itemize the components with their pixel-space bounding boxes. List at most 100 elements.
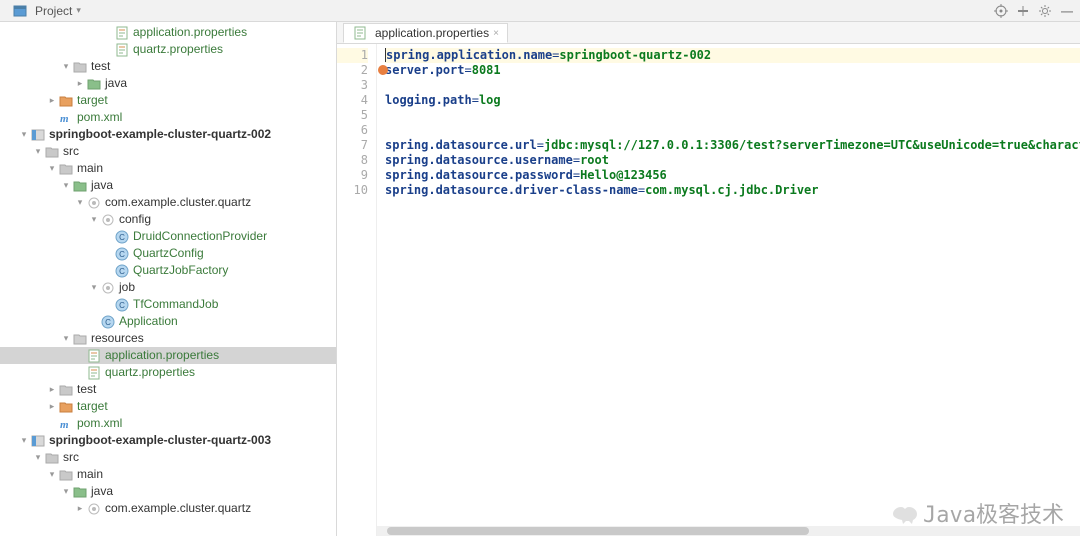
chevron-right-icon[interactable]: ▸ <box>46 92 58 109</box>
chevron-down-icon[interactable]: ▾ <box>46 466 58 483</box>
chevron-down-icon[interactable]: ▾ <box>60 483 72 500</box>
tree-item-application-properties[interactable]: application.properties <box>0 24 336 41</box>
chevron-right-icon[interactable]: ▸ <box>46 381 58 398</box>
code-area[interactable]: spring.application.name=springboot-quart… <box>377 44 1080 536</box>
tree-item-pom-xml[interactable]: m pom.xml <box>0 415 336 432</box>
tree-item-src[interactable]: ▾src <box>0 449 336 466</box>
chevron-down-icon[interactable]: ▾ <box>18 126 30 143</box>
tree-item-springboot-example-cluster-quartz-002[interactable]: ▾springboot-example-cluster-quartz-002 <box>0 126 336 143</box>
tree-item-java[interactable]: ▸ java <box>0 75 336 92</box>
folder-icon <box>44 145 60 159</box>
chevron-right-icon[interactable]: ▸ <box>74 500 86 517</box>
tree-label: java <box>91 483 113 500</box>
tree-label: pom.xml <box>77 109 122 126</box>
chevron-down-icon[interactable]: ▾ <box>46 160 58 177</box>
chevron-down-icon[interactable]: ▾ <box>60 177 72 194</box>
tree-label: application.properties <box>133 24 247 41</box>
file-tab-application-properties[interactable]: application.properties × <box>343 23 508 43</box>
tree-item-pom-xml[interactable]: m pom.xml <box>0 109 336 126</box>
tree-label: main <box>77 466 103 483</box>
svg-text:m: m <box>60 419 69 431</box>
tree-item-springboot-example-cluster-quartz-003[interactable]: ▾ springboot-example-cluster-quartz-003 <box>0 432 336 449</box>
tree-item-java[interactable]: ▾ java <box>0 483 336 500</box>
tree-item-tfcommandjob[interactable]: CTfCommandJob <box>0 296 336 313</box>
collapse-all-icon[interactable] <box>1016 4 1030 18</box>
chevron-down-icon[interactable]: ▾ <box>88 279 100 296</box>
folder-src-icon <box>72 179 88 193</box>
chevron-right-icon[interactable]: ▸ <box>74 75 86 92</box>
dropdown-icon: ▾ <box>76 5 81 16</box>
tree-item-application[interactable]: CApplication <box>0 313 336 330</box>
folder-icon <box>72 60 88 74</box>
svg-text:m: m <box>60 113 69 125</box>
close-icon[interactable]: × <box>493 28 499 39</box>
project-tree[interactable]: application.propertiesquartz.properties▾… <box>0 22 337 536</box>
gear-icon[interactable] <box>1038 4 1052 18</box>
tree-label: java <box>91 177 113 194</box>
tree-label: quartz.properties <box>133 41 223 58</box>
tree-item-target[interactable]: ▸target <box>0 92 336 109</box>
props-icon <box>352 26 368 40</box>
tree-label: pom.xml <box>77 415 122 432</box>
tree-item-com-example-cluster-quartz[interactable]: ▾com.example.cluster.quartz <box>0 194 336 211</box>
tree-item-test[interactable]: ▾ test <box>0 58 336 75</box>
class-icon: C <box>114 247 130 261</box>
tree-item-src[interactable]: ▾src <box>0 143 336 160</box>
props-icon <box>86 366 102 380</box>
chevron-down-icon[interactable]: ▾ <box>60 330 72 347</box>
tree-label: target <box>77 398 108 415</box>
tree-item-target[interactable]: ▸ target <box>0 398 336 415</box>
tree-label: springboot-example-cluster-quartz-003 <box>49 432 271 449</box>
chevron-down-icon[interactable]: ▾ <box>74 194 86 211</box>
project-toolbar: Project ▾ — <box>0 0 1080 22</box>
minimize-icon[interactable]: — <box>1060 4 1074 18</box>
maven-icon: m <box>58 111 74 125</box>
tree-label: java <box>105 75 127 92</box>
tree-item-config[interactable]: ▾config <box>0 211 336 228</box>
chevron-down-icon[interactable]: ▾ <box>18 432 30 449</box>
tree-item-main[interactable]: ▾ main <box>0 466 336 483</box>
tree-label: test <box>91 58 110 75</box>
maven-icon: m <box>58 417 74 431</box>
file-tab-label: application.properties <box>375 26 489 40</box>
chevron-down-icon[interactable]: ▾ <box>60 58 72 75</box>
package-icon <box>100 213 116 227</box>
tree-label: job <box>119 279 135 296</box>
tree-item-quartzjobfactory[interactable]: C QuartzJobFactory <box>0 262 336 279</box>
tree-item-quartz-properties[interactable]: quartz.properties <box>0 41 336 58</box>
tree-item-quartz-properties[interactable]: quartz.properties <box>0 364 336 381</box>
tree-item-java[interactable]: ▾ java <box>0 177 336 194</box>
chevron-right-icon[interactable]: ▸ <box>46 398 58 415</box>
folder-orange-icon <box>58 94 74 108</box>
folder-res-icon <box>72 332 88 346</box>
class-icon: C <box>100 315 116 329</box>
tree-item-job[interactable]: ▾ job <box>0 279 336 296</box>
tree-label: QuartzJobFactory <box>133 262 228 279</box>
chevron-down-icon[interactable]: ▾ <box>32 449 44 466</box>
svg-text:C: C <box>119 267 125 276</box>
tree-item-quartzconfig[interactable]: CQuartzConfig <box>0 245 336 262</box>
chevron-down-icon[interactable]: ▾ <box>88 211 100 228</box>
project-tab[interactable]: Project ▾ <box>6 4 87 18</box>
chevron-down-icon[interactable]: ▾ <box>32 143 44 160</box>
horizontal-scrollbar[interactable] <box>377 526 1080 536</box>
tree-item-test[interactable]: ▸ test <box>0 381 336 398</box>
editor[interactable]: 12345678910 spring.application.name=spri… <box>337 44 1080 536</box>
project-icon <box>12 4 28 18</box>
tree-item-main[interactable]: ▾main <box>0 160 336 177</box>
locate-icon[interactable] <box>994 4 1008 18</box>
tree-label: TfCommandJob <box>133 296 218 313</box>
svg-text:C: C <box>105 318 111 327</box>
tree-item-com-example-cluster-quartz[interactable]: ▸ com.example.cluster.quartz <box>0 500 336 517</box>
tree-item-druidconnectionprovider[interactable]: CDruidConnectionProvider <box>0 228 336 245</box>
folder-src-icon <box>72 485 88 499</box>
tree-label: com.example.cluster.quartz <box>105 500 251 517</box>
tree-label: test <box>77 381 96 398</box>
class-icon: C <box>114 230 130 244</box>
editor-tabbar: application.properties × <box>337 22 1080 44</box>
tree-item-resources[interactable]: ▾resources <box>0 330 336 347</box>
folder-icon <box>58 162 74 176</box>
package-icon <box>86 196 102 210</box>
folder-orange-icon <box>58 400 74 414</box>
tree-item-application-properties[interactable]: application.properties <box>0 347 336 364</box>
